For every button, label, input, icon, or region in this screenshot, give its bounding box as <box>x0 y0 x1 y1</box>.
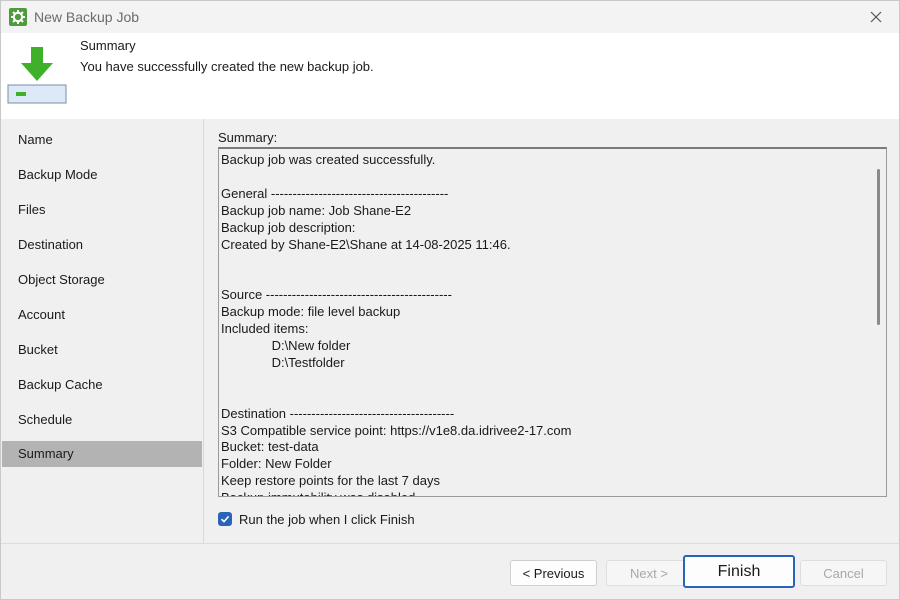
next-button[interactable]: Next > <box>606 560 692 586</box>
header-subtitle: You have successfully created the new ba… <box>80 59 374 74</box>
summary-textbox[interactable]: Backup job was created successfully. Gen… <box>218 147 887 497</box>
window-title: New Backup Job <box>34 9 140 25</box>
cancel-button[interactable]: Cancel <box>800 560 887 586</box>
step-destination[interactable]: Destination <box>2 232 202 258</box>
title-bar: New Backup Job <box>1 1 899 33</box>
previous-button[interactable]: < Previous <box>510 560 597 586</box>
close-icon <box>870 11 882 23</box>
app-gear-icon <box>9 8 27 26</box>
finish-button[interactable]: Finish <box>683 555 795 588</box>
run-job-label: Run the job when I click Finish <box>239 511 415 527</box>
step-bucket[interactable]: Bucket <box>2 337 202 363</box>
wizard-footer: < Previous Next > Finish Cancel <box>1 543 899 599</box>
backup-download-icon <box>7 45 67 105</box>
close-button[interactable] <box>853 1 899 33</box>
wizard-window: New Backup Job Summary You have successf… <box>0 0 900 600</box>
header-title: Summary <box>80 38 136 53</box>
summary-label: Summary: <box>218 130 278 145</box>
wizard-steps-sidebar: Name Backup Mode Files Destination Objec… <box>1 119 204 543</box>
step-object-storage[interactable]: Object Storage <box>2 267 202 293</box>
run-job-checkbox[interactable] <box>218 512 232 526</box>
step-summary[interactable]: Summary <box>2 441 202 467</box>
step-schedule[interactable]: Schedule <box>2 407 202 433</box>
checkmark-icon <box>220 515 230 523</box>
run-job-option[interactable]: Run the job when I click Finish <box>218 510 415 528</box>
step-account[interactable]: Account <box>2 302 202 328</box>
wizard-header: Summary You have successfully created th… <box>1 33 899 119</box>
step-files[interactable]: Files <box>2 197 202 223</box>
step-name[interactable]: Name <box>2 127 202 153</box>
summary-content: Backup job was created successfully. Gen… <box>221 152 572 496</box>
step-backup-mode[interactable]: Backup Mode <box>2 162 202 188</box>
summary-scrollbar[interactable] <box>877 169 880 325</box>
step-backup-cache[interactable]: Backup Cache <box>2 372 202 398</box>
